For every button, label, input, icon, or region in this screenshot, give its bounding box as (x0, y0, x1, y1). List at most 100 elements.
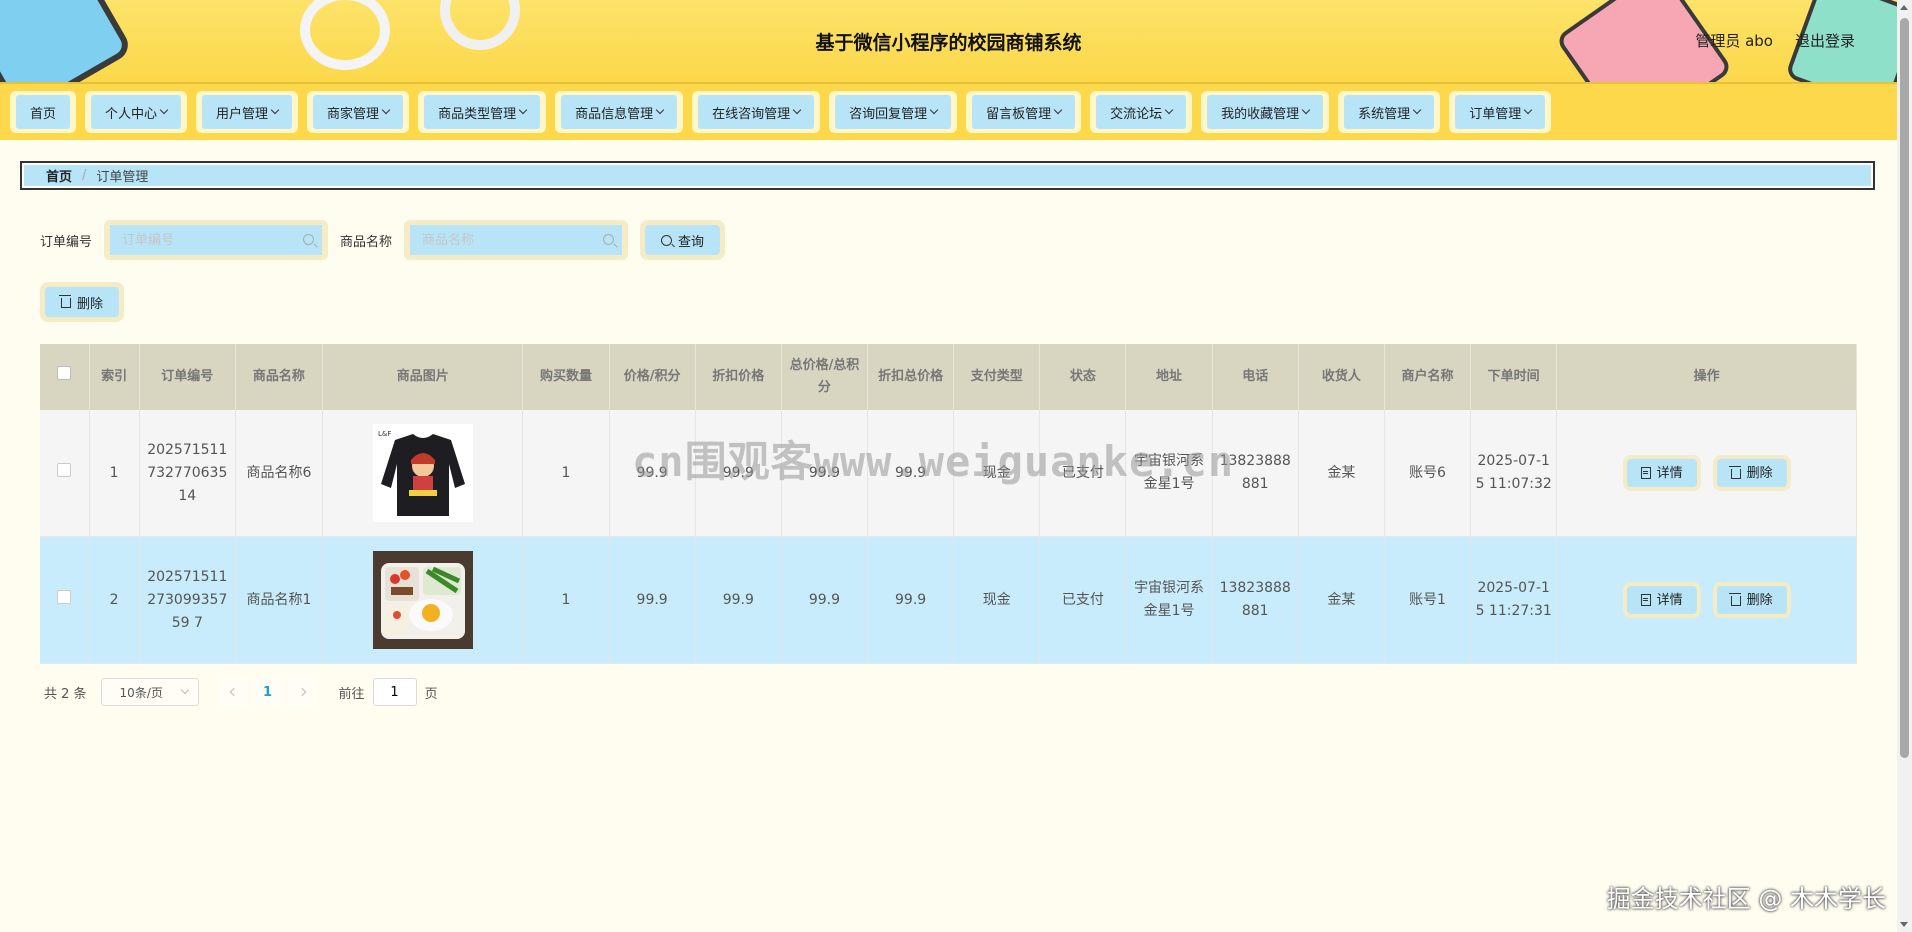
phone-cell: 13823888881 (1212, 410, 1299, 537)
nav-item-product-info[interactable]: 商品信息管理 (555, 91, 684, 133)
nav-item-orders[interactable]: 订单管理 (1449, 91, 1552, 133)
column-header: 价格/积分 (609, 344, 696, 410)
discount-price-cell: 99.9 (695, 410, 782, 537)
detail-button[interactable]: 详情 (1622, 455, 1701, 491)
qty-cell: 1 (522, 410, 610, 537)
column-header: 总价格/总积分 (781, 344, 869, 410)
address-cell: 宇宙银河系金星1号 (1125, 536, 1213, 664)
prev-page-button[interactable] (218, 678, 249, 706)
delete-button-label: 删除 (77, 296, 104, 312)
goto-page-input[interactable] (372, 678, 417, 706)
row-select-cell (40, 536, 90, 664)
goto-page: 前往 页 (339, 678, 438, 706)
nav-item-label: 咨询回复管理 (849, 106, 928, 122)
delete-button[interactable]: 删除 (1712, 455, 1791, 491)
column-header: 折扣总价格 (867, 344, 955, 410)
merchant-cell: 账号6 (1384, 410, 1472, 537)
goto-suffix: 页 (424, 686, 438, 702)
discount-total-cell: 99.9 (867, 410, 955, 537)
delete-button-label: 删除 (1746, 465, 1773, 481)
search-icon (661, 234, 673, 246)
table-row[interactable]: 1 20257151173277063514 商品名称6 L&F 1 99.9 … (40, 410, 1857, 537)
select-all-header (40, 344, 90, 410)
scrollbar-thumb[interactable] (1900, 18, 1909, 758)
chevron-down-icon (655, 105, 665, 115)
black-shirt-image[interactable]: L&F (372, 424, 473, 522)
table-row[interactable]: 2 20257151127309935759 7 商品名称1 1 99.9 99… (40, 536, 1857, 664)
chevron-right-icon (297, 687, 306, 697)
order-no-input[interactable] (110, 225, 323, 255)
status-cell: 已支付 (1039, 410, 1127, 537)
column-header: 电话 (1212, 344, 1299, 410)
trash-icon (1728, 466, 1741, 479)
nav-item-home[interactable]: 首页 (10, 91, 77, 133)
query-button[interactable]: 查询 (640, 220, 726, 260)
delete-button-label: 删除 (1746, 592, 1773, 608)
column-header: 商品名称 (235, 344, 324, 410)
nav-item-label: 留言板管理 (986, 106, 1052, 122)
search-icon (603, 234, 615, 245)
next-page-button[interactable] (286, 678, 317, 706)
merchant-cell: 账号1 (1384, 536, 1472, 664)
bento-box-image[interactable] (372, 551, 473, 649)
corner-watermark: 掘金技术社区 @ 木木学长 (1606, 885, 1886, 913)
nav-item-label: 首页 (30, 106, 57, 122)
breadcrumb-home[interactable]: 首页 (46, 166, 72, 185)
select-all-checkbox[interactable] (57, 366, 72, 380)
delete-button[interactable]: 删除 (1712, 582, 1791, 618)
row-checkbox[interactable] (57, 589, 72, 604)
scroll-down-icon[interactable] (1900, 922, 1908, 927)
discount-total-cell: 99.9 (867, 536, 955, 664)
column-header: 状态 (1039, 344, 1127, 410)
nav-item-profile[interactable]: 个人中心 (85, 91, 188, 133)
page-size-select[interactable]: 10条/页 (100, 678, 199, 706)
column-header: 支付类型 (953, 344, 1041, 410)
breadcrumb-current: 订单管理 (96, 170, 149, 185)
nav-item-consult[interactable]: 在线咨询管理 (692, 91, 821, 133)
qty-cell: 1 (522, 536, 610, 664)
receiver-cell: 金某 (1298, 536, 1385, 664)
nav-item-product-types[interactable]: 商品类型管理 (418, 91, 547, 133)
detail-button-label: 详情 (1656, 592, 1683, 608)
price-cell: 99.9 (609, 410, 696, 537)
nav-item-merchants[interactable]: 商家管理 (307, 91, 410, 133)
nav-item-forum[interactable]: 交流论坛 (1090, 91, 1193, 133)
nav-item-system[interactable]: 系统管理 (1338, 91, 1441, 133)
scroll-up-icon[interactable] (1900, 5, 1908, 10)
column-header: 索引 (89, 344, 140, 410)
chevron-down-icon (1164, 105, 1174, 115)
product-name-input[interactable] (410, 225, 623, 255)
user-area: 管理员 abo 退出登录 (1695, 30, 1855, 51)
actions-cell: 详情 删除 (1556, 410, 1857, 537)
nav-item-label: 商家管理 (327, 106, 380, 122)
product-image-cell (322, 536, 524, 664)
nav-item-favorites[interactable]: 我的收藏管理 (1201, 91, 1330, 133)
app-header: 基于微信小程序的校园商铺系统 管理员 abo 退出登录 (0, 0, 1897, 82)
product-name-label: 商品名称 (340, 234, 393, 250)
total-cell: 99.9 (781, 536, 869, 664)
order-time-cell: 2025-07-15 11:07:32 (1470, 410, 1558, 537)
table-header-row: 索引 订单编号 商品名称 商品图片 购买数量 价格/积分 折扣价格 总价格/总积… (40, 344, 1857, 410)
total-count: 共 2 条 (44, 686, 87, 702)
chevron-down-icon (270, 105, 280, 115)
goto-prefix: 前往 (338, 686, 365, 702)
column-header: 商品图片 (322, 344, 524, 410)
top-nav: 首页 个人中心 用户管理 商家管理 商品类型管理 商品信息管理 在线咨询管理 咨… (0, 82, 1897, 140)
logout-link[interactable]: 退出登录 (1795, 30, 1855, 51)
product-name-cell: 商品名称6 (235, 410, 324, 537)
product-name-cell: 商品名称1 (235, 536, 324, 664)
chevron-down-icon (1053, 105, 1063, 115)
pay-type-cell: 现金 (953, 536, 1041, 664)
order-no-field-wrap (104, 220, 329, 260)
batch-delete-button[interactable]: 删除 (40, 282, 125, 322)
column-header: 收货人 (1298, 344, 1385, 410)
chevron-down-icon (1412, 105, 1422, 115)
nav-item-users[interactable]: 用户管理 (196, 91, 299, 133)
total-cell: 99.9 (781, 410, 869, 537)
nav-item-consult-reply[interactable]: 咨询回复管理 (829, 91, 958, 133)
nav-item-message-board[interactable]: 留言板管理 (966, 91, 1082, 133)
row-checkbox[interactable] (57, 462, 72, 477)
vertical-scrollbar[interactable] (1897, 0, 1912, 932)
page-number[interactable]: 1 (252, 678, 283, 706)
detail-button[interactable]: 详情 (1622, 582, 1701, 618)
